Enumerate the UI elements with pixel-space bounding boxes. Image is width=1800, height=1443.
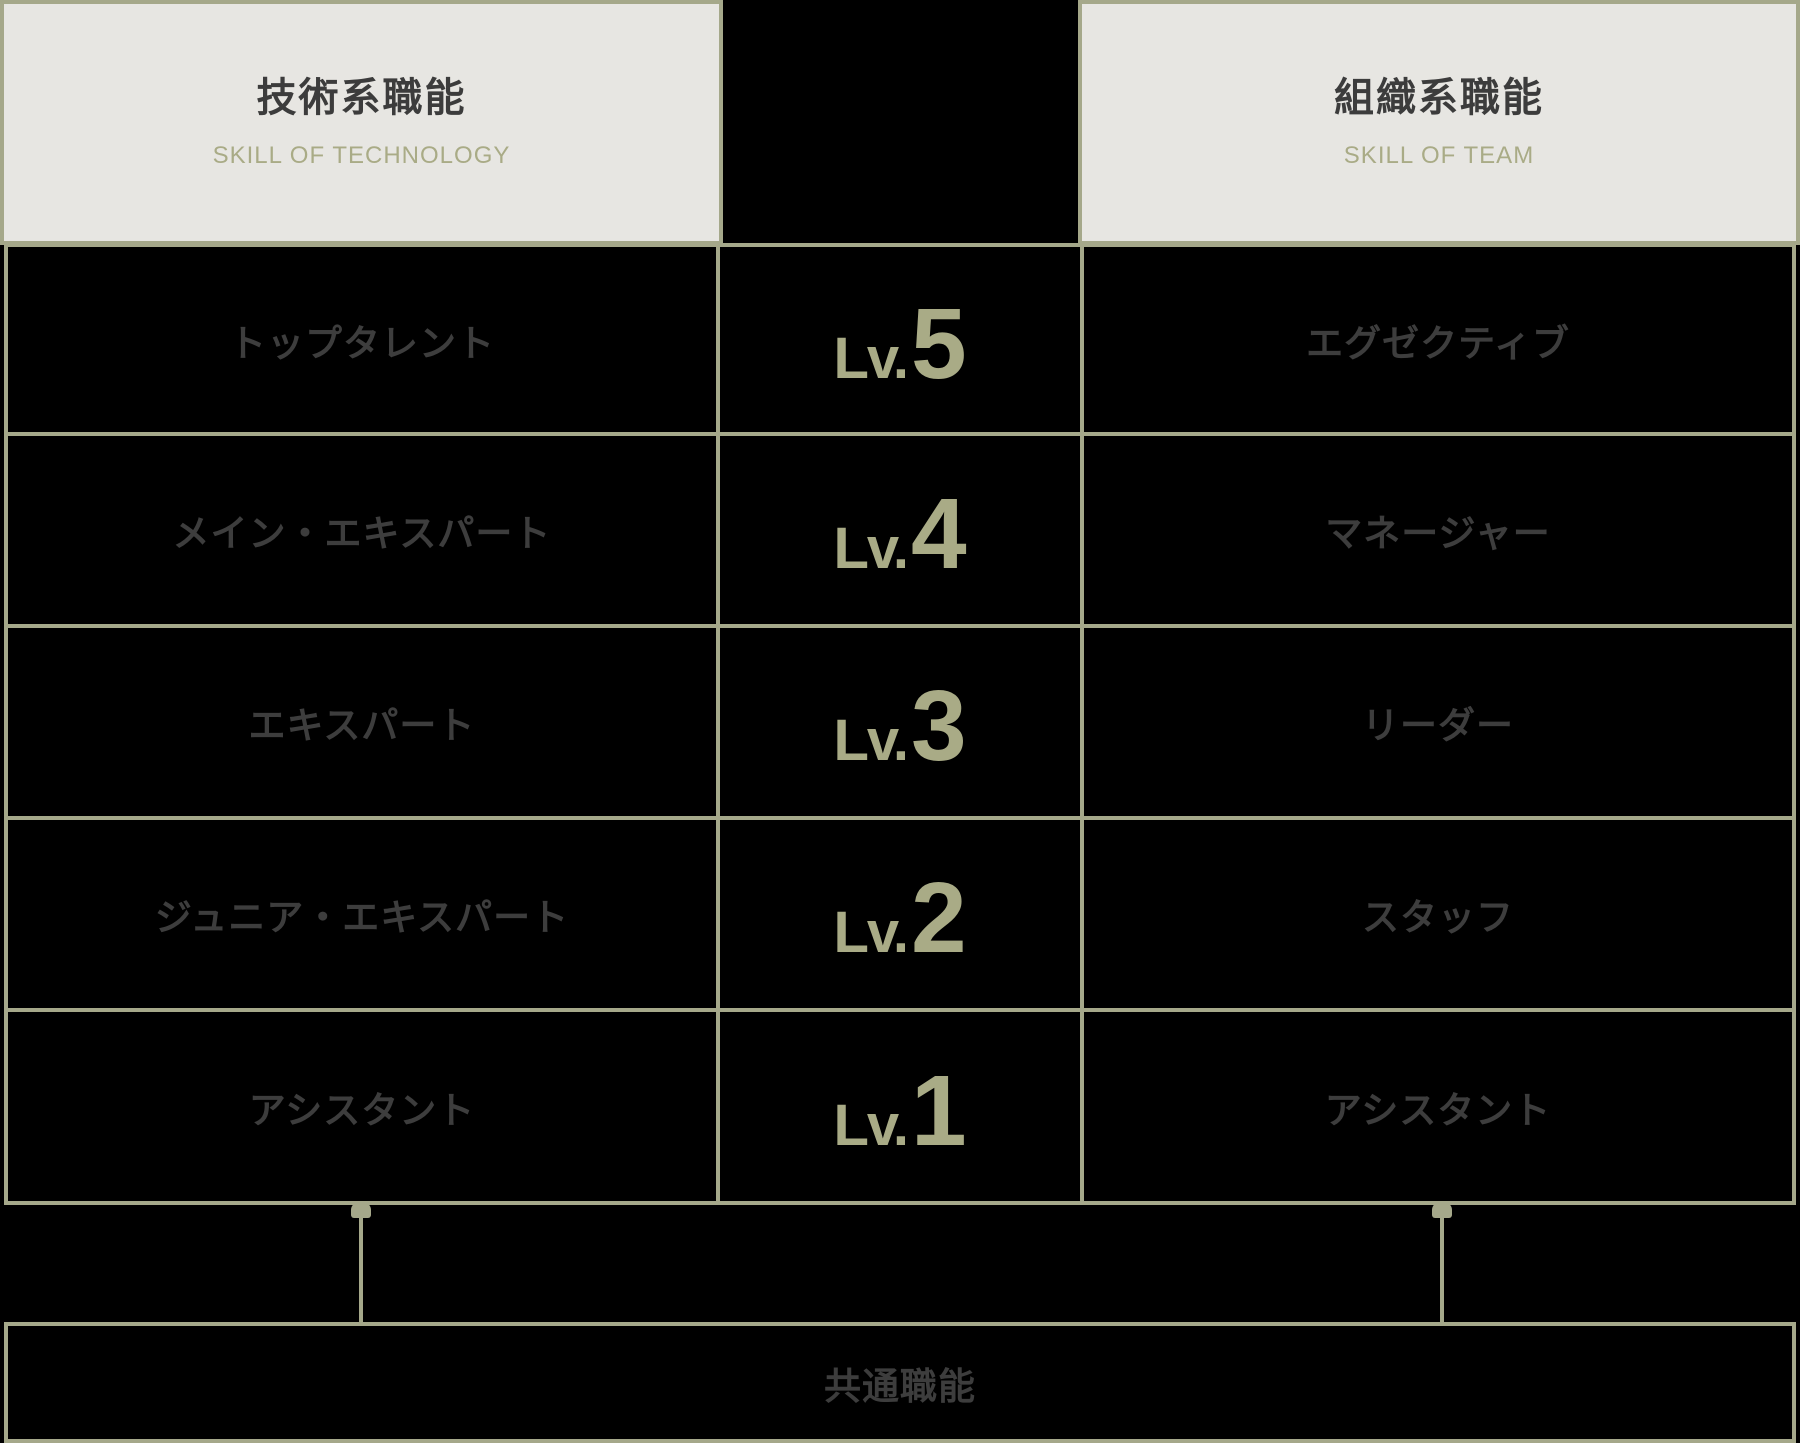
technology-role-label: エキスパート <box>248 704 476 747</box>
level-prefix: Lv. <box>833 325 908 391</box>
level-prefix: Lv. <box>833 708 908 773</box>
level-badge: Lv. 1 <box>833 1061 966 1161</box>
team-header-title: 組織系職能 <box>1334 74 1544 121</box>
team-role-label: アシスタント <box>1324 1088 1552 1132</box>
level-prefix: Lv. <box>833 1092 908 1158</box>
level-cell: Lv. 5 <box>716 243 1084 436</box>
team-cell: マネージャー <box>1080 432 1796 628</box>
team-connector-line <box>1440 1210 1444 1326</box>
level-badge: Lv. 4 <box>833 484 966 584</box>
technology-cell: ジュニア・エキスパート <box>4 816 720 1012</box>
technology-role-label: メイン・エキスパート <box>172 512 552 555</box>
level-number: 3 <box>910 670 967 782</box>
technology-cell: エキスパート <box>4 624 720 820</box>
team-header: 組織系職能 SKILL OF TEAM <box>1078 0 1800 245</box>
team-cell: エグゼクティブ <box>1080 243 1796 436</box>
technology-role-label: ジュニア・エキスパート <box>154 896 570 939</box>
level-cell: Lv. 4 <box>716 432 1084 628</box>
team-cell: スタッフ <box>1080 816 1796 1012</box>
team-cell: リーダー <box>1080 624 1796 820</box>
common-skill-base: 共通職能 <box>4 1322 1796 1443</box>
level-cell: Lv. 1 <box>716 1008 1084 1205</box>
level-number: 5 <box>910 287 967 400</box>
level-number: 2 <box>910 862 967 974</box>
level-cell: Lv. 3 <box>716 624 1084 820</box>
technology-header: 技術系職能 SKILL OF TECHNOLOGY <box>0 0 723 245</box>
level-badge: Lv. 2 <box>833 868 966 968</box>
technology-role-label: アシスタント <box>248 1088 476 1132</box>
technology-header-title: 技術系職能 <box>256 74 467 121</box>
team-role-label: エグゼクティブ <box>1306 321 1570 365</box>
level-badge: Lv. 5 <box>833 294 966 394</box>
technology-connector-line <box>359 1210 363 1326</box>
technology-header-subtitle: SKILL OF TECHNOLOGY <box>212 141 511 169</box>
team-role-label: スタッフ <box>1362 896 1514 939</box>
level-number: 1 <box>910 1054 967 1167</box>
team-cell: アシスタント <box>1080 1008 1796 1205</box>
level-prefix: Lv. <box>833 900 908 965</box>
technology-role-label: トップタレント <box>229 321 495 365</box>
team-role-label: リーダー <box>1362 704 1514 747</box>
level-number: 4 <box>910 478 967 590</box>
team-header-subtitle: SKILL OF TEAM <box>1343 141 1535 169</box>
level-prefix: Lv. <box>833 516 908 581</box>
common-skill-label: 共通職能 <box>824 1364 976 1408</box>
level-badge: Lv. 3 <box>833 676 966 776</box>
team-role-label: マネージャー <box>1325 512 1551 555</box>
level-cell: Lv. 2 <box>716 816 1084 1012</box>
technology-cell: メイン・エキスパート <box>4 432 720 628</box>
technology-cell: アシスタント <box>4 1008 720 1205</box>
technology-cell: トップタレント <box>4 243 720 436</box>
